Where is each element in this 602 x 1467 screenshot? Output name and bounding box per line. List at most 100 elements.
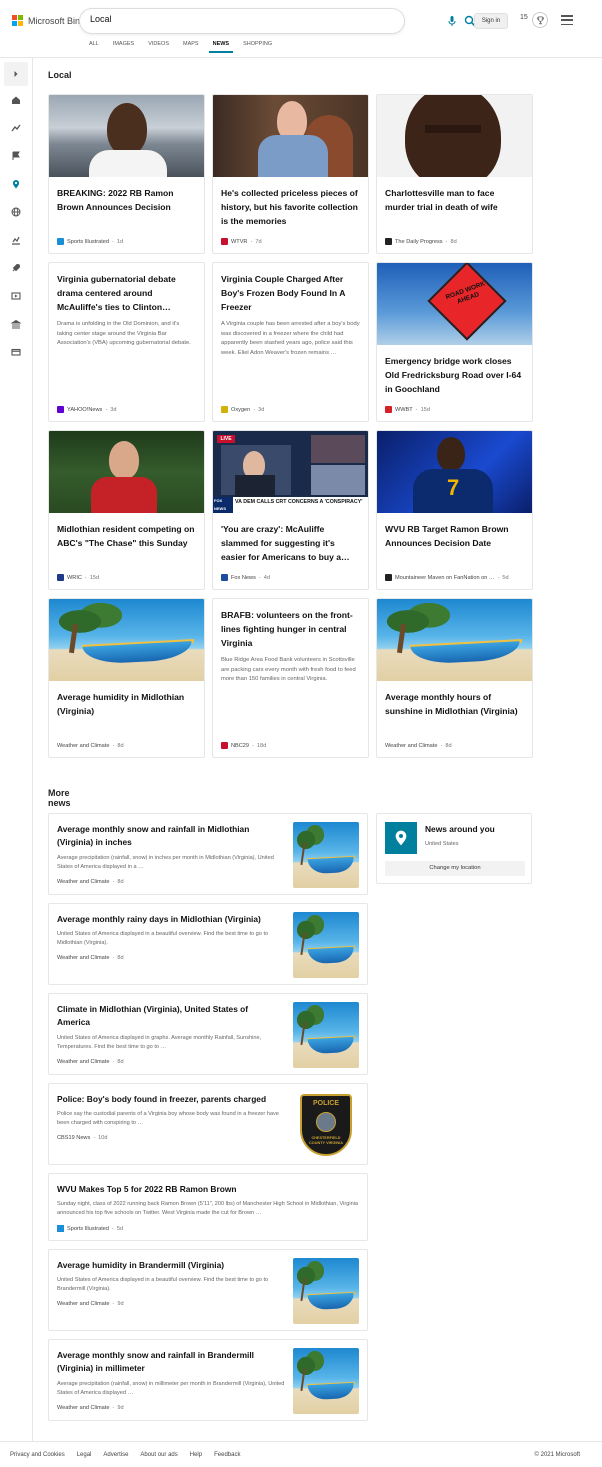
microphone-icon[interactable]: [446, 15, 458, 27]
item-snippet: Average precipitation (rainfall, snow) i…: [57, 855, 274, 870]
more-news-item[interactable]: Average monthly snow and rainfall in Mid…: [48, 813, 368, 895]
item-snippet: Average precipitation (rainfall, snow) i…: [57, 1381, 285, 1396]
news-card[interactable]: BRAFB: volunteers on the front-lines fig…: [212, 598, 369, 758]
tab-all[interactable]: ALL: [82, 38, 106, 53]
search-input[interactable]: [90, 14, 340, 24]
more-news-item[interactable]: Police: Boy's body found in freezer, par…: [48, 1083, 368, 1165]
news-around-you-panel: News around you United States Change my …: [376, 813, 532, 884]
card-source: Fox News · 4d: [221, 574, 362, 581]
source-favicon-icon: [221, 406, 228, 413]
source-favicon-icon: [221, 238, 228, 245]
item-title: Climate in Midlothian (Virginia), United…: [57, 1004, 249, 1027]
more-news-item[interactable]: Average monthly snow and rainfall in Bra…: [48, 1339, 368, 1421]
source-favicon-icon: [221, 574, 228, 581]
item-source: Sports Illustrated · 5d: [57, 1225, 123, 1232]
card-icon[interactable]: [10, 346, 22, 358]
search-box[interactable]: [80, 9, 476, 33]
footer-link-privacy[interactable]: Privacy and Cookies: [10, 1452, 65, 1458]
flag-icon[interactable]: [10, 150, 22, 162]
more-news-item[interactable]: Average humidity in Brandermill (Virgini…: [48, 1249, 368, 1331]
more-news-item[interactable]: Climate in Midlothian (Virginia), United…: [48, 993, 368, 1075]
card-source: The Daily Progress · 8d: [385, 238, 526, 245]
card-title: Average monthly hours of sunshine in Mid…: [385, 692, 518, 716]
more-news-item[interactable]: WVU Makes Top 5 for 2022 RB Ramon Brown …: [48, 1173, 368, 1241]
news-card[interactable]: Midlothian resident competing on ABC's "…: [48, 430, 205, 590]
item-source: Weather and Climate · 8d: [57, 879, 124, 885]
source-favicon-icon: [385, 574, 392, 581]
more-news-item[interactable]: Average monthly rainy days in Midlothian…: [48, 903, 368, 985]
item-title: Average monthly snow and rainfall in Bra…: [57, 1350, 255, 1373]
source-favicon-icon: [385, 406, 392, 413]
item-thumbnail: [293, 822, 359, 888]
card-title: Virginia gubernatorial debate drama cent…: [57, 274, 176, 312]
tab-videos[interactable]: VIDEOS: [141, 38, 176, 53]
card-snippet: Drama is unfolding in the Old Dominion, …: [57, 321, 191, 346]
card-source: WTVR · 7d: [221, 238, 362, 245]
rewards-trophy-icon[interactable]: [532, 12, 548, 28]
card-source: Sports Illustrated · 1d: [57, 238, 198, 245]
tab-images[interactable]: IMAGES: [106, 38, 141, 53]
card-image: LIVE FOX NEWS VA DEM CALLS CRT CONCERNS …: [213, 431, 368, 513]
section-heading-local: Local: [48, 70, 72, 80]
footer-link-feedback[interactable]: Feedback: [214, 1452, 240, 1458]
rocket-icon[interactable]: [10, 262, 22, 274]
item-snippet: Sunday night, class of 2022 running back…: [57, 1201, 359, 1216]
card-title: Emergency bridge work closes Old Fredric…: [385, 356, 522, 394]
change-location-button[interactable]: Change my location: [385, 861, 525, 876]
item-thumbnail: [293, 1348, 359, 1414]
rewards-count[interactable]: 15: [520, 14, 528, 21]
news-card[interactable]: 7 WVU RB Target Ramon Brown Announces De…: [376, 430, 533, 590]
trending-icon[interactable]: [10, 122, 22, 134]
item-thumbnail: [293, 1258, 359, 1324]
news-card[interactable]: Virginia gubernatorial debate drama cent…: [48, 262, 205, 422]
footer-link-legal[interactable]: Legal: [77, 1452, 92, 1458]
card-image: 7: [377, 431, 532, 513]
police-badge-bottom-text: CHESTERFIELD COUNTY VIRGINIA: [309, 1136, 343, 1145]
card-title: WVU RB Target Ramon Brown Announces Deci…: [385, 524, 509, 548]
footer-link-help[interactable]: Help: [190, 1452, 202, 1458]
footer-link-about-ads[interactable]: About our ads: [140, 1452, 177, 1458]
home-icon[interactable]: [10, 94, 22, 106]
item-snippet: Police say the custodial parents of a Vi…: [57, 1111, 279, 1126]
tab-news[interactable]: NEWS: [206, 38, 237, 53]
news-card[interactable]: LIVE FOX NEWS VA DEM CALLS CRT CONCERNS …: [212, 430, 369, 590]
sign-in-button[interactable]: Sign in: [474, 13, 508, 29]
card-snippet: A Virginia couple has been arrested afte…: [221, 321, 360, 356]
news-card[interactable]: He's collected priceless pieces of histo…: [212, 94, 369, 254]
card-image: [49, 599, 204, 681]
news-card[interactable]: Average monthly hours of sunshine in Mid…: [376, 598, 533, 758]
tab-shopping[interactable]: SHOPPING: [236, 38, 279, 53]
globe-icon[interactable]: [10, 206, 22, 218]
card-title: He's collected priceless pieces of histo…: [221, 188, 358, 226]
bank-icon[interactable]: [10, 318, 22, 330]
item-title: WVU Makes Top 5 for 2022 RB Ramon Brown: [57, 1184, 237, 1194]
footer-link-advertise[interactable]: Advertise: [103, 1452, 128, 1458]
card-title: Virginia Couple Charged After Boy's Froz…: [221, 274, 346, 312]
news-card[interactable]: Virginia Couple Charged After Boy's Froz…: [212, 262, 369, 422]
card-title: Average humidity in Midlothian (Virginia…: [57, 692, 185, 716]
news-around-title: News around you: [425, 824, 495, 834]
police-badge-image: POLICE CHESTERFIELD COUNTY VIRGINIA: [293, 1092, 359, 1158]
tab-maps[interactable]: MAPS: [176, 38, 206, 53]
source-favicon-icon: [221, 742, 228, 749]
left-rail: [0, 58, 33, 1441]
menu-icon[interactable]: [561, 15, 573, 25]
card-title: Charlottesville man to face murder trial…: [385, 188, 498, 212]
news-card[interactable]: BREAKING: 2022 RB Ramon Brown Announces …: [48, 94, 205, 254]
entertainment-icon[interactable]: [10, 290, 22, 302]
card-title: BREAKING: 2022 RB Ramon Brown Announces …: [57, 188, 174, 212]
item-snippet: United States of America displayed in a …: [57, 931, 269, 946]
card-source: YAHOO!News · 3d: [57, 406, 198, 413]
news-card[interactable]: ROAD WORK AHEAD Emergency bridge work cl…: [376, 262, 533, 422]
section-heading-more-news: More news: [48, 788, 71, 808]
bing-logo[interactable]: Microsoft Bing: [12, 15, 85, 26]
chevron-right-icon[interactable]: [4, 62, 28, 86]
business-icon[interactable]: [10, 234, 22, 246]
news-card[interactable]: Average humidity in Midlothian (Virginia…: [48, 598, 205, 758]
location-pin-icon: [385, 822, 417, 854]
footer: Privacy and Cookies Legal Advertise Abou…: [0, 1441, 602, 1467]
item-source: Weather and Climate · 8d: [57, 1059, 124, 1065]
location-icon[interactable]: [10, 178, 22, 190]
header: Microsoft Bing Sign in 15 ALL IMAGES VID…: [0, 0, 602, 58]
news-card[interactable]: Charlottesville man to face murder trial…: [376, 94, 533, 254]
